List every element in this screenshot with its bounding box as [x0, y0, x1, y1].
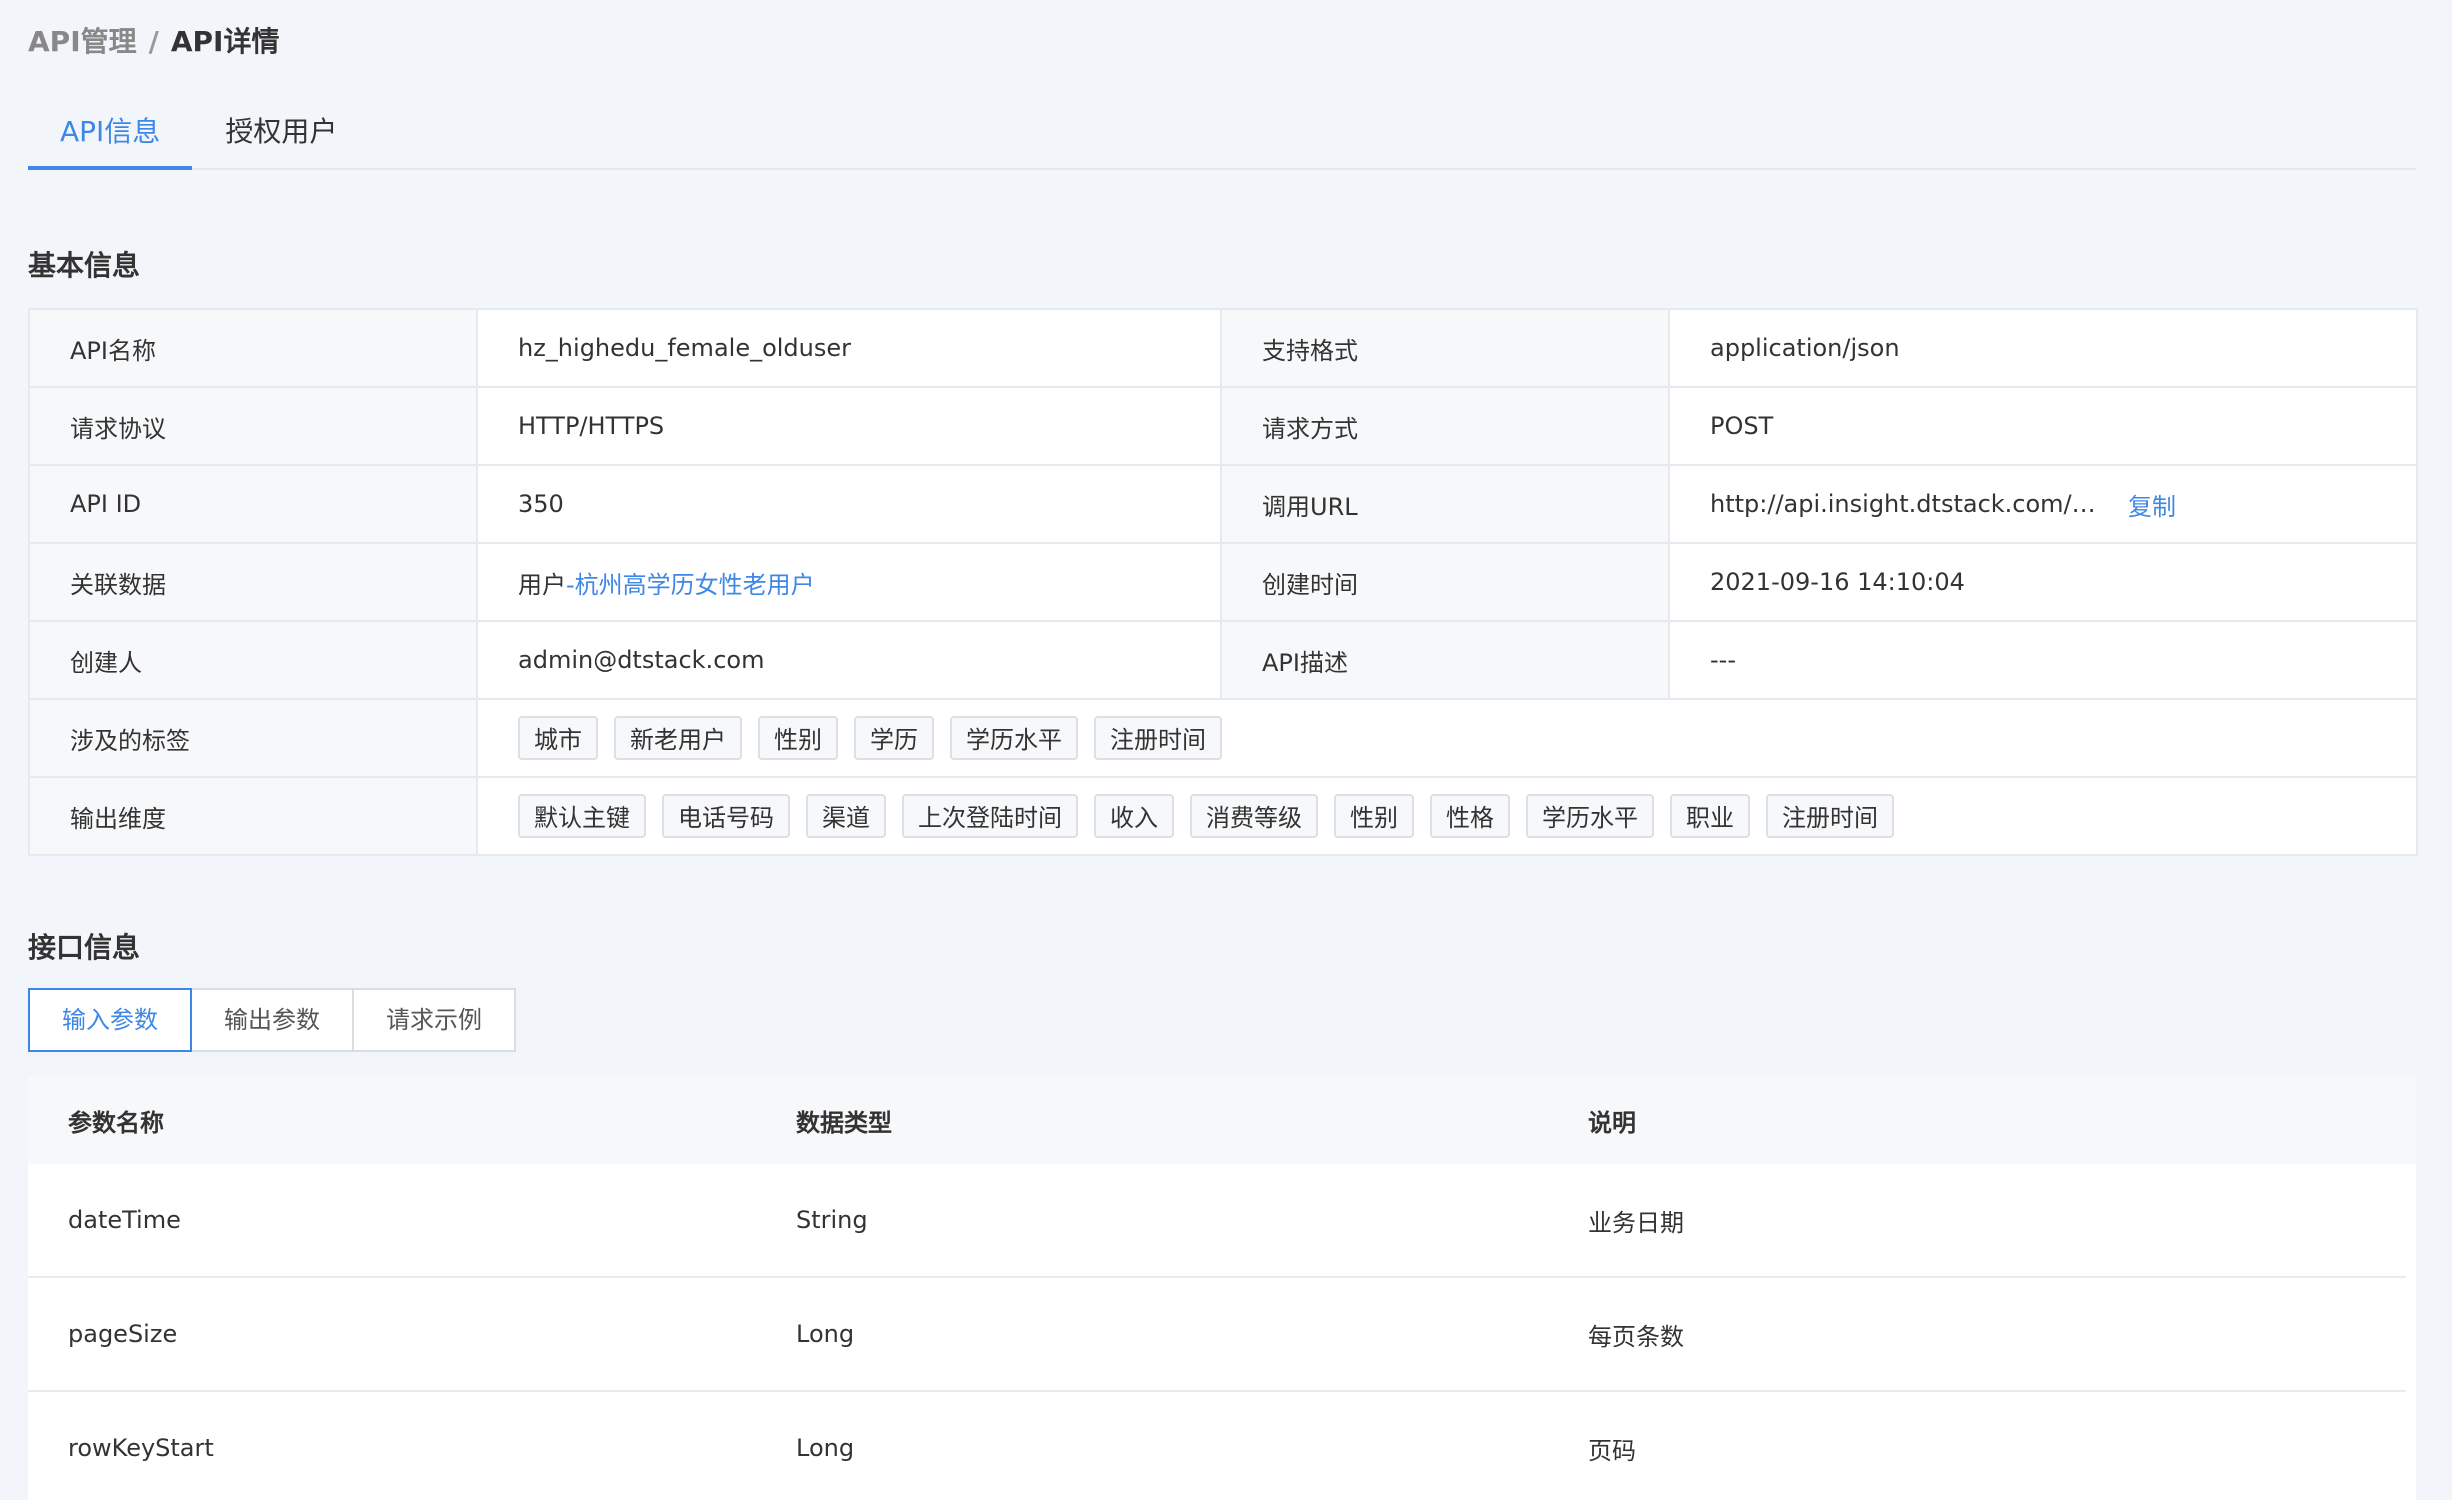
info-row-tags: 涉及的标签 城市 新老用户 性别 学历 学历水平 注册时间 [28, 698, 2418, 778]
tag-item: 城市 [518, 716, 598, 760]
tab-authorized-users[interactable]: 授权用户 [193, 96, 369, 166]
related-data-label: 关联数据 [28, 542, 478, 622]
info-row-id: API ID 350 调用URL http://api.insight.dtst… [28, 464, 2418, 544]
breadcrumb: API管理 / API详情 [28, 22, 279, 62]
protocol-value: HTTP/HTTPS [476, 386, 1222, 466]
info-row-dimensions: 输出维度 默认主键 电话号码 渠道 上次登陆时间 收入 消费等级 性别 性格 学… [28, 776, 2418, 856]
related-data-prefix: 用户 [518, 570, 566, 599]
related-data-cell: 用户-杭州高学历女性老用户 [476, 542, 1222, 622]
header-description: 说明 [1588, 1108, 1636, 1137]
tag-item: 学历水平 [950, 716, 1078, 760]
dimension-item: 职业 [1670, 794, 1750, 838]
tag-item: 学历 [854, 716, 934, 760]
copy-url-button[interactable]: 复制 [2128, 493, 2176, 521]
param-name: pageSize [68, 1320, 178, 1348]
tags-label: 涉及的标签 [28, 698, 478, 778]
format-value: application/json [1668, 308, 2418, 388]
tag-list: 城市 新老用户 性别 学历 学历水平 注册时间 [518, 716, 2415, 760]
header-data-type: 数据类型 [796, 1108, 892, 1137]
api-detail-page: API管理 / API详情 API信息 授权用户 基本信息 API名称 hz_h… [0, 0, 2452, 1500]
interface-sub-tabs: 输入参数 输出参数 请求示例 [28, 988, 516, 1052]
top-tabs: API信息 授权用户 [28, 96, 2416, 170]
breadcrumb-separator: / [148, 25, 159, 58]
param-name: dateTime [68, 1206, 181, 1234]
api-name-label: API名称 [28, 308, 478, 388]
dimension-item: 注册时间 [1766, 794, 1894, 838]
dimension-item: 收入 [1094, 794, 1174, 838]
dimension-item: 默认主键 [518, 794, 646, 838]
dimension-list: 默认主键 电话号码 渠道 上次登陆时间 收入 消费等级 性别 性格 学历水平 职… [518, 794, 2415, 838]
dimension-item: 消费等级 [1190, 794, 1318, 838]
info-row-name: API名称 hz_highedu_female_olduser 支持格式 app… [28, 308, 2418, 388]
dimension-item: 上次登陆时间 [902, 794, 1078, 838]
param-desc: 业务日期 [1588, 1208, 1684, 1237]
created-time-value: 2021-09-16 14:10:04 [1668, 542, 2418, 622]
header-param-name: 参数名称 [68, 1108, 164, 1137]
api-id-value: 350 [476, 464, 1222, 544]
api-id-label: API ID [28, 464, 478, 544]
basic-info-table: API名称 hz_highedu_female_olduser 支持格式 app… [28, 308, 2418, 856]
api-name-value: hz_highedu_female_olduser [476, 308, 1222, 388]
creator-label: 创建人 [28, 620, 478, 700]
related-data-link[interactable]: -杭州高学历女性老用户 [566, 571, 815, 599]
tags-cell: 城市 新老用户 性别 学历 学历水平 注册时间 [476, 698, 2418, 778]
tab-api-info[interactable]: API信息 [28, 96, 193, 170]
tab-input-params[interactable]: 输入参数 [28, 988, 192, 1052]
param-desc: 页码 [1588, 1436, 1636, 1465]
info-row-creator: 创建人 admin@dtstack.com API描述 --- [28, 620, 2418, 700]
interface-info-title: 接口信息 [28, 931, 141, 964]
param-name: rowKeyStart [68, 1434, 214, 1462]
url-value: http://api.insight.dtstack.com/api/... [1710, 490, 2110, 518]
table-row: pageSize Long 每页条数 [28, 1278, 2406, 1392]
params-header: 参数名称 数据类型 说明 [28, 1076, 2416, 1164]
param-desc: 每页条数 [1588, 1322, 1684, 1351]
dimensions-cell: 默认主键 电话号码 渠道 上次登陆时间 收入 消费等级 性别 性格 学历水平 职… [476, 776, 2418, 856]
dimension-item: 性别 [1334, 794, 1414, 838]
dimension-item: 渠道 [806, 794, 886, 838]
url-label: 调用URL [1220, 464, 1670, 544]
dimension-item: 电话号码 [662, 794, 790, 838]
dimension-item: 性格 [1430, 794, 1510, 838]
tag-item: 注册时间 [1094, 716, 1222, 760]
param-type: String [796, 1206, 868, 1234]
format-label: 支持格式 [1220, 308, 1670, 388]
method-label: 请求方式 [1220, 386, 1670, 466]
tag-item: 新老用户 [614, 716, 742, 760]
protocol-label: 请求协议 [28, 386, 478, 466]
api-desc-label: API描述 [1220, 620, 1670, 700]
basic-info-title: 基本信息 [28, 249, 141, 282]
tag-item: 性别 [758, 716, 838, 760]
breadcrumb-api-management[interactable]: API管理 [28, 22, 137, 62]
breadcrumb-current: API详情 [170, 25, 280, 58]
method-value: POST [1668, 386, 2418, 466]
table-row: rowKeyStart Long 页码 [28, 1392, 2406, 1500]
dimensions-label: 输出维度 [28, 776, 478, 856]
url-cell: http://api.insight.dtstack.com/api/... 复制 [1668, 464, 2418, 544]
tab-output-params[interactable]: 输出参数 [190, 988, 354, 1052]
param-type: Long [796, 1320, 855, 1348]
tab-request-example[interactable]: 请求示例 [352, 988, 516, 1052]
created-time-label: 创建时间 [1220, 542, 1670, 622]
info-row-related: 关联数据 用户-杭州高学历女性老用户 创建时间 2021-09-16 14:10… [28, 542, 2418, 622]
dimension-item: 学历水平 [1526, 794, 1654, 838]
param-type: Long [796, 1434, 855, 1462]
params-table: 参数名称 数据类型 说明 dateTime String 业务日期 pageSi… [28, 1076, 2416, 1500]
info-row-protocol: 请求协议 HTTP/HTTPS 请求方式 POST [28, 386, 2418, 466]
api-desc-value: --- [1668, 620, 2418, 700]
creator-value: admin@dtstack.com [476, 620, 1222, 700]
table-row: dateTime String 业务日期 [28, 1164, 2406, 1278]
